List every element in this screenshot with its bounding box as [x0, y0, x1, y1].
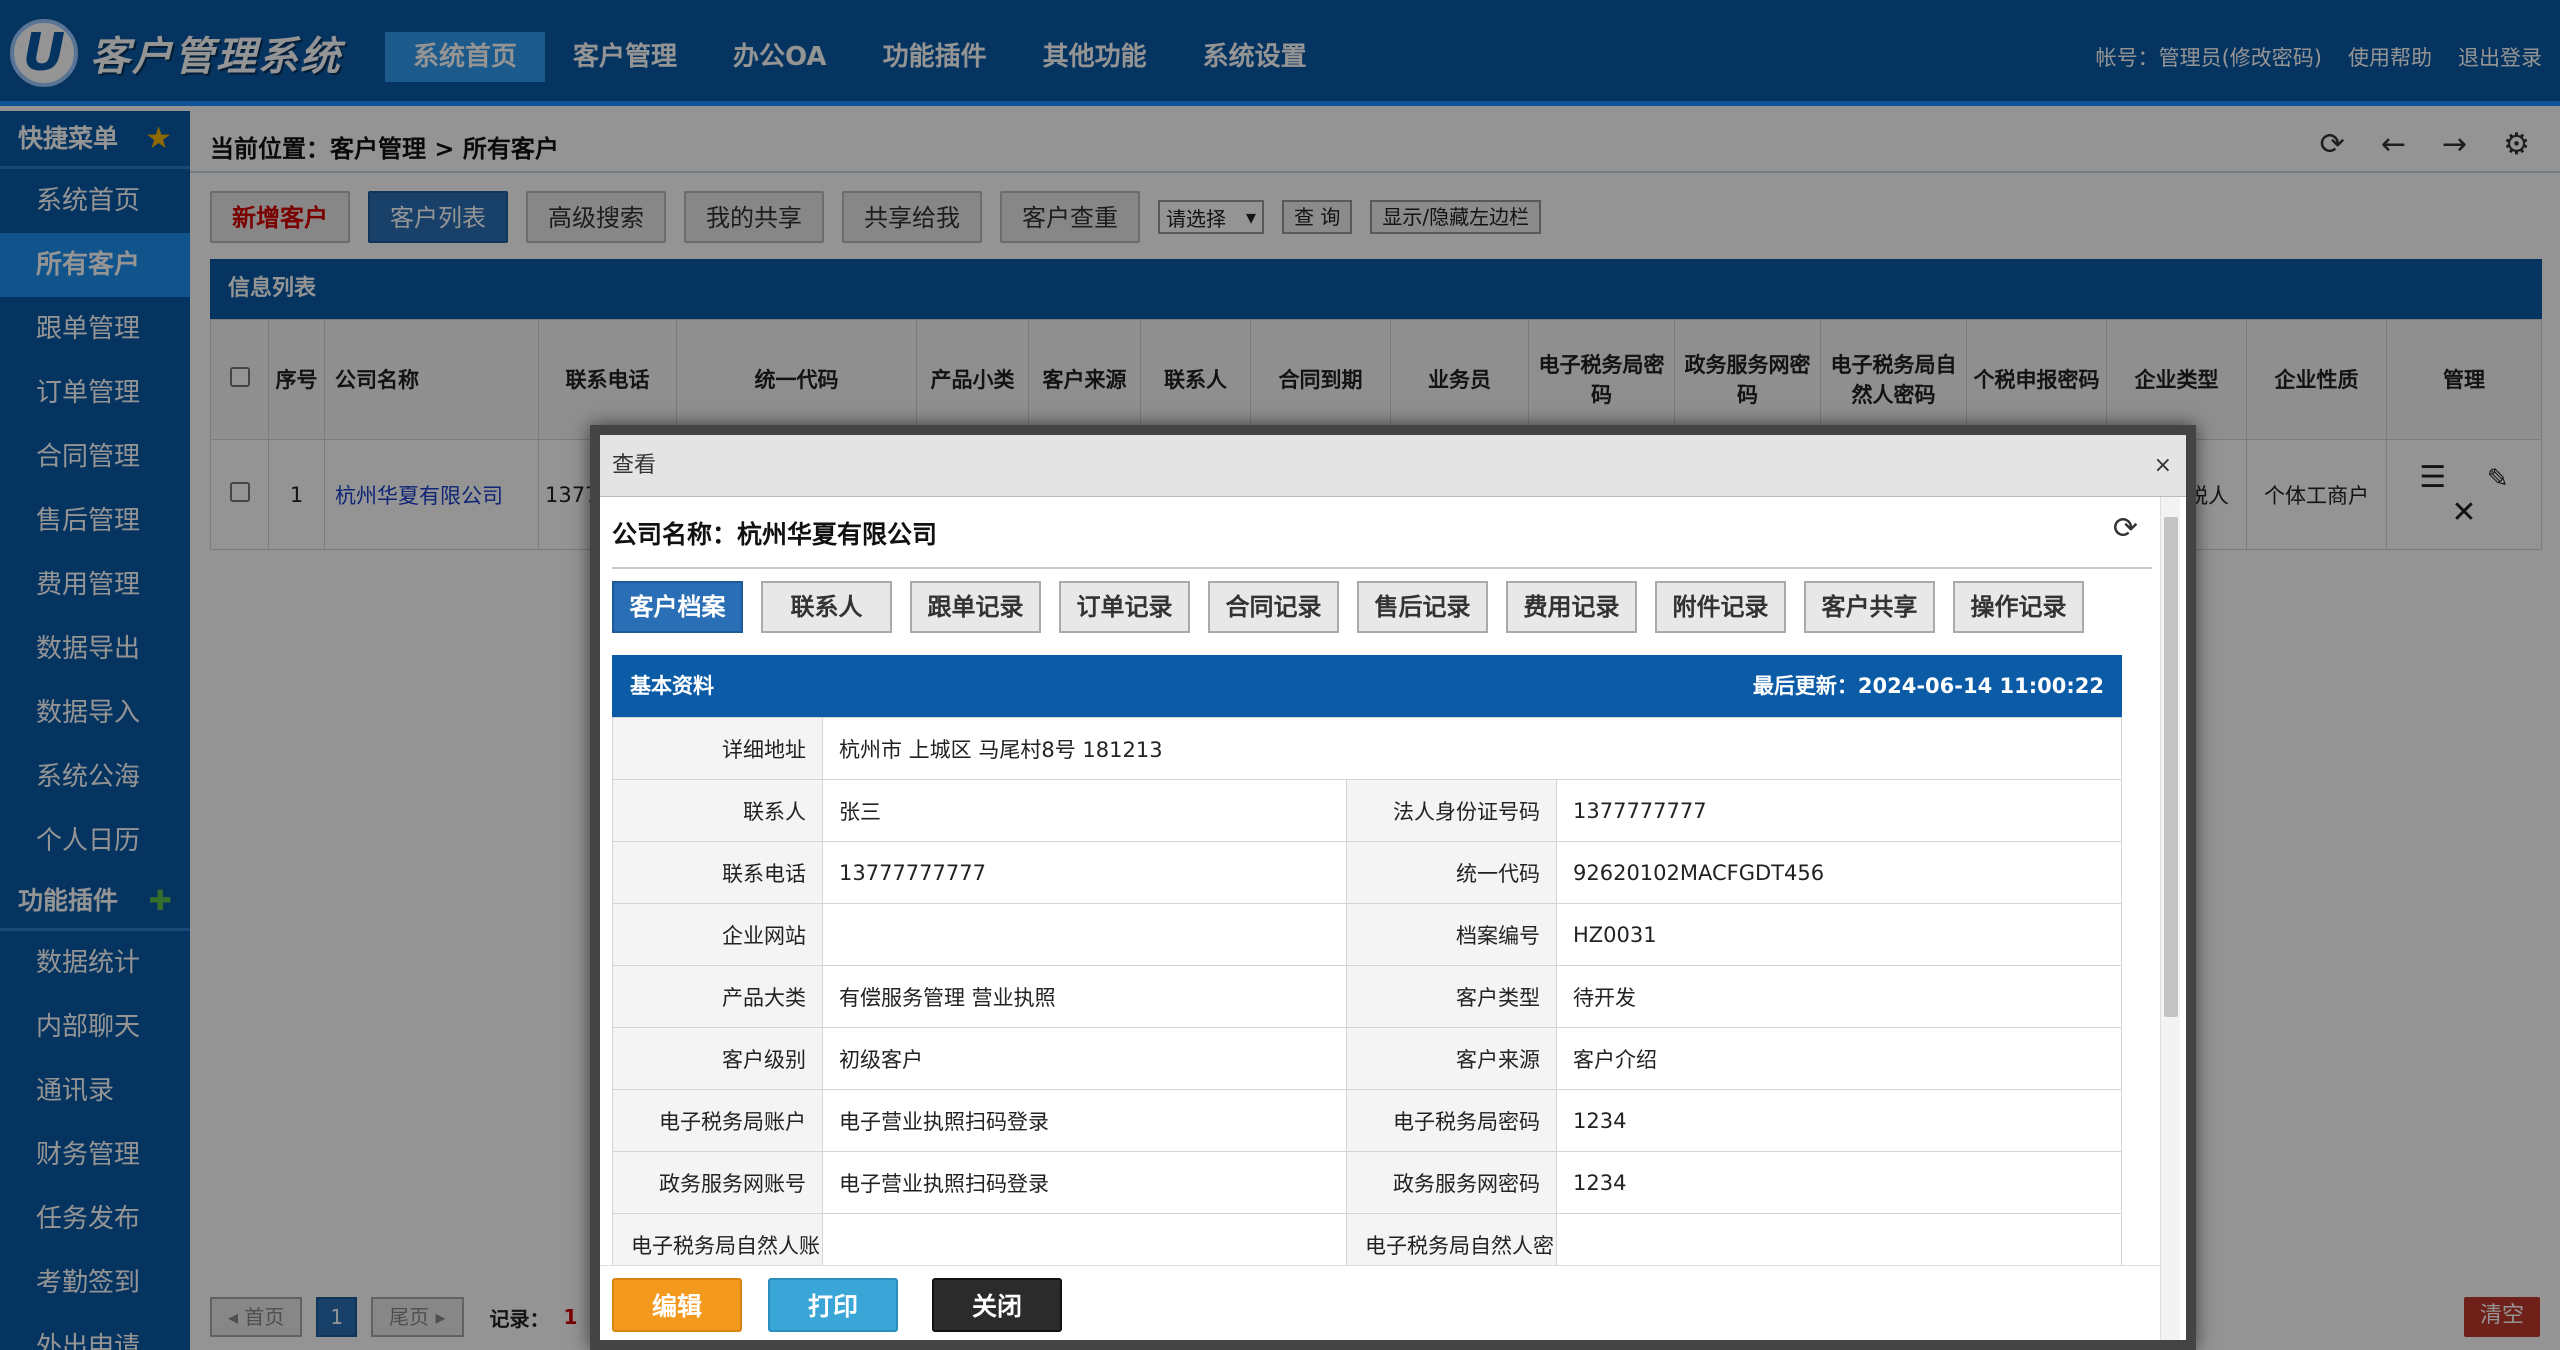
field-label: 产品大类	[612, 965, 823, 1028]
divider	[612, 567, 2152, 569]
field-value: 1377777777	[1556, 779, 2122, 842]
field-label: 客户类型	[1346, 965, 1557, 1028]
basic-info-table: 详细地址 杭州市 上城区 马尾村8号 181213 联系人 张三 法人身份证号码…	[612, 717, 2122, 1276]
edit-button[interactable]: 编辑	[612, 1278, 742, 1332]
info-row: 联系人 张三 法人身份证号码 1377777777	[612, 779, 2122, 842]
tab-contracts[interactable]: 合同记录	[1208, 581, 1339, 633]
tab-expenses[interactable]: 费用记录	[1506, 581, 1637, 633]
company-title: 公司名称：杭州华夏有限公司	[612, 520, 938, 549]
field-label: 客户级别	[612, 1027, 823, 1090]
tab-orders[interactable]: 订单记录	[1059, 581, 1190, 633]
dialog-titlebar: 查看 ×	[600, 435, 2186, 497]
field-label: 客户来源	[1346, 1027, 1557, 1090]
scrollbar-thumb[interactable]	[2164, 517, 2178, 1017]
field-value: 初级客户	[822, 1027, 1347, 1090]
field-value	[822, 903, 1347, 966]
print-button[interactable]: 打印	[768, 1278, 898, 1332]
field-label: 企业网站	[612, 903, 823, 966]
field-value: 1234	[1556, 1151, 2122, 1214]
tab-attachments[interactable]: 附件记录	[1655, 581, 1786, 633]
section-title: 基本资料	[630, 674, 714, 698]
basic-info-header: 基本资料 最后更新：2024-06-14 11:00:22	[612, 655, 2122, 717]
close-button[interactable]: 关闭	[932, 1278, 1062, 1332]
last-updated: 最后更新：2024-06-14 11:00:22	[1752, 674, 2104, 698]
info-row: 产品大类 有偿服务管理 营业执照 客户类型 待开发	[612, 965, 2122, 1028]
info-row: 客户级别 初级客户 客户来源 客户介绍	[612, 1027, 2122, 1090]
field-label: 详细地址	[612, 717, 823, 780]
record-tabs: 客户档案 联系人 跟单记录 订单记录 合同记录 售后记录 费用记录 附件记录 客…	[612, 581, 2084, 633]
field-value: 13777777777	[822, 841, 1347, 904]
field-value: 电子营业执照扫码登录	[822, 1089, 1347, 1152]
close-icon[interactable]: ×	[2154, 435, 2172, 497]
field-label: 政务服务网密码	[1346, 1151, 1557, 1214]
field-value: 电子营业执照扫码登录	[822, 1151, 1347, 1214]
dialog-footer: 编辑 打印 关闭	[600, 1265, 2166, 1340]
field-label: 电子税务局账户	[612, 1089, 823, 1152]
info-row: 政务服务网账号 电子营业执照扫码登录 政务服务网密码 1234	[612, 1151, 2122, 1214]
field-value: 杭州市 上城区 马尾村8号 181213	[822, 717, 2122, 780]
field-value: 张三	[822, 779, 1347, 842]
tab-aftersales[interactable]: 售后记录	[1357, 581, 1488, 633]
field-label: 联系人	[612, 779, 823, 842]
field-label: 政务服务网账号	[612, 1151, 823, 1214]
field-value: 1234	[1556, 1089, 2122, 1152]
dialog-title: 查看	[612, 453, 657, 478]
field-label: 统一代码	[1346, 841, 1557, 904]
tab-profile[interactable]: 客户档案	[612, 581, 743, 633]
field-value: HZ0031	[1556, 903, 2122, 966]
info-row: 电子税务局账户 电子营业执照扫码登录 电子税务局密码 1234	[612, 1089, 2122, 1152]
dialog-body: 公司名称：杭州华夏有限公司 ⟳ 客户档案 联系人 跟单记录 订单记录 合同记录 …	[600, 497, 2166, 1340]
tab-contacts[interactable]: 联系人	[761, 581, 892, 633]
tab-followups[interactable]: 跟单记录	[910, 581, 1041, 633]
field-label: 联系电话	[612, 841, 823, 904]
refresh-icon[interactable]: ⟳	[2113, 511, 2138, 546]
field-label: 档案编号	[1346, 903, 1557, 966]
view-dialog: 查看 × 公司名称：杭州华夏有限公司 ⟳ 客户档案 联系人 跟单记录 订单记录 …	[590, 425, 2196, 1350]
tab-sharing[interactable]: 客户共享	[1804, 581, 1935, 633]
tab-operations[interactable]: 操作记录	[1953, 581, 2084, 633]
info-row: 联系电话 13777777777 统一代码 92620102MACFGDT456	[612, 841, 2122, 904]
field-value: 客户介绍	[1556, 1027, 2122, 1090]
dialog-scrollbar[interactable]	[2160, 497, 2180, 1340]
field-value: 有偿服务管理 营业执照	[822, 965, 1347, 1028]
field-label: 法人身份证号码	[1346, 779, 1557, 842]
info-row: 详细地址 杭州市 上城区 马尾村8号 181213	[612, 717, 2122, 780]
field-label: 电子税务局密码	[1346, 1089, 1557, 1152]
field-value: 待开发	[1556, 965, 2122, 1028]
field-value: 92620102MACFGDT456	[1556, 841, 2122, 904]
info-row: 企业网站 档案编号 HZ0031	[612, 903, 2122, 966]
